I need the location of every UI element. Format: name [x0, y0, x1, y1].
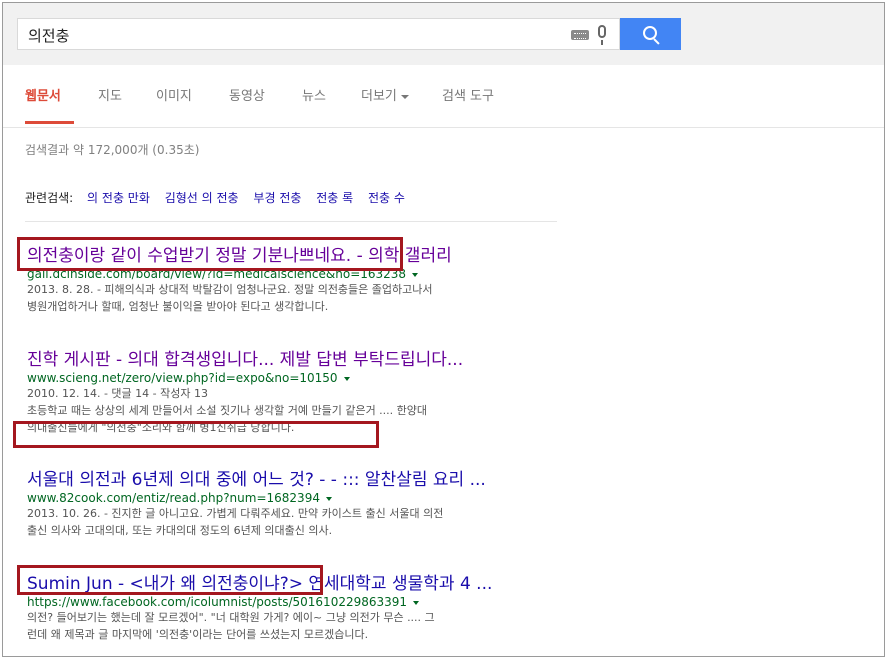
result-snippet: 2013. 10. 26. - 진지한 글 아니고요. 가볍게 다뤄주세요. 만…: [27, 505, 587, 539]
tab-maps[interactable]: 지도: [98, 85, 122, 104]
search-box[interactable]: 의전충: [17, 18, 620, 50]
tab-search-tools[interactable]: 검색 도구: [442, 85, 494, 104]
dropdown-arrow-icon[interactable]: [325, 496, 332, 501]
snippet-line: 2010. 12. 14. - 댓글 14 - 작성자 13: [27, 387, 208, 400]
dropdown-arrow-icon[interactable]: [413, 600, 420, 605]
highlight-box: [13, 421, 379, 448]
result-url-text: www.82cook.com/entiz/read.php?num=168239…: [27, 491, 320, 505]
result-url-text: https://www.facebook.com/icolumnist/post…: [27, 595, 408, 609]
result-snippet: 2013. 8. 28. - 피해의식과 상대적 박탈감이 엄청나군요. 정말 …: [27, 281, 587, 315]
snippet-line: 런데 왜 제목과 글 마지막에 '의전충'이라는 단어를 쓰셨는지 모르겠습니다…: [27, 628, 369, 641]
result-url: https://www.facebook.com/icolumnist/post…: [27, 595, 587, 609]
tab-videos[interactable]: 동영상: [229, 85, 265, 104]
related-link[interactable]: 전충 수: [368, 191, 405, 205]
dropdown-arrow-icon[interactable]: [412, 272, 419, 277]
result-title[interactable]: 서울대 의전과 6년제 의대 중에 어느 것? - - ::: 알찬살림 요리 …: [27, 465, 587, 490]
tab-more-label: 더보기: [361, 89, 397, 104]
result-stats: 검색결과 약 172,000개 (0.35초): [25, 143, 200, 157]
tab-more[interactable]: 더보기: [361, 85, 409, 104]
result-url: www.scieng.net/zero/view.php?id=expo&no=…: [27, 371, 587, 385]
result-url-text: www.scieng.net/zero/view.php?id=expo&no=…: [27, 371, 338, 385]
search-tabs: 웹문서 지도 이미지 동영상 뉴스 더보기 검색 도구: [3, 65, 884, 128]
result-title[interactable]: 진학 게시판 - 의대 합격생입니다... 제발 답변 부탁드립니다...: [27, 345, 587, 370]
search-icon: [643, 26, 657, 40]
related-link[interactable]: 김형선 의 전충: [165, 191, 239, 205]
screenshot-frame: 의전충 웹문서 지도 이미지 동영상 뉴스 더보기 검색 도구 검색결과 약 1…: [2, 2, 885, 657]
divider: [25, 221, 557, 222]
related-link[interactable]: 전충 록: [316, 191, 353, 205]
search-query[interactable]: 의전충: [28, 25, 69, 46]
microphone-icon[interactable]: [598, 25, 606, 45]
snippet-line: 초등학교 때는 상상의 세계 만들어서 소설 짓기나 생각할 거예 만들기 같은…: [27, 404, 428, 417]
related-label: 관련검색:: [25, 191, 74, 205]
result-snippet: 의전? 들어보기는 했는데 잘 모르겠어". "너 대학원 가게? 에이~ 그냥…: [27, 609, 587, 643]
chevron-down-icon: [400, 94, 409, 99]
snippet-line: 병원개업하거나 할때, 엄청난 불이익을 받아야 된다고 생각합니다.: [27, 300, 329, 313]
tab-news[interactable]: 뉴스: [302, 85, 326, 104]
tab-images[interactable]: 이미지: [156, 85, 192, 104]
search-button[interactable]: [620, 18, 681, 50]
snippet-line: 2013. 8. 28. - 피해의식과 상대적 박탈감이 엄청나군요. 정말 …: [27, 283, 433, 296]
search-header: 의전충: [3, 3, 884, 65]
highlight-box: [17, 237, 403, 271]
snippet-line: 2013. 10. 26. - 진지한 글 아니고요. 가볍게 다뤄주세요. 만…: [27, 507, 444, 520]
snippet-line: 출신 의사와 고대의대, 또는 카대의대 정도의 6년제 의대출신 의사.: [27, 524, 333, 537]
dropdown-arrow-icon[interactable]: [343, 376, 350, 381]
related-link[interactable]: 부경 전충: [253, 191, 301, 205]
search-result: 서울대 의전과 6년제 의대 중에 어느 것? - - ::: 알찬살림 요리 …: [27, 465, 587, 539]
keyboard-icon[interactable]: [571, 30, 589, 40]
related-link[interactable]: 의 전충 만화: [87, 191, 150, 205]
related-searches: 관련검색: 의 전충 만화 김형선 의 전충 부경 전충 전충 록 전충 수: [25, 189, 416, 206]
active-tab-indicator: [25, 121, 74, 124]
tab-web[interactable]: 웹문서: [25, 85, 61, 104]
result-url: www.82cook.com/entiz/read.php?num=168239…: [27, 491, 587, 505]
snippet-line: 의전? 들어보기는 했는데 잘 모르겠어". "너 대학원 가게? 에이~ 그냥…: [27, 611, 435, 624]
highlight-box: [17, 565, 323, 595]
